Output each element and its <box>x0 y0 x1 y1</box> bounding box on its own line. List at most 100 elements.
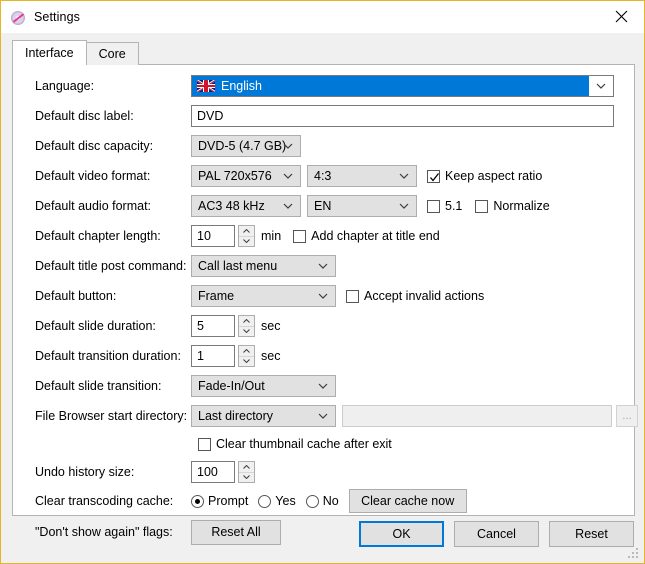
row-video-format: Default video format: PAL 720x576 4:3 Ke… <box>13 165 634 187</box>
aspect-ratio-select[interactable]: 4:3 <box>307 165 417 187</box>
row-disc-label: Default disc label: DVD <box>13 105 634 127</box>
spin-down-icon[interactable] <box>239 357 254 367</box>
chapter-length-spin-buttons[interactable] <box>238 225 255 247</box>
disc-capacity-select[interactable]: DVD-5 (4.7 GB) <box>191 135 301 157</box>
add-chapter-at-title-end-label: Add chapter at title end <box>311 229 440 243</box>
window-title: Settings <box>34 10 80 24</box>
keep-aspect-ratio-label: Keep aspect ratio <box>445 169 543 183</box>
title-post-command-label: Default title post command: <box>35 259 187 273</box>
row-slide-duration: Default slide duration: 5 sec <box>13 315 634 337</box>
radio-box <box>191 494 204 508</box>
title-post-command-select[interactable]: Call last menu <box>191 255 336 277</box>
undo-history-stepper[interactable]: 100 <box>191 461 255 483</box>
start-directory-path-input[interactable] <box>342 405 612 427</box>
chapter-length-label: Default chapter length: <box>35 229 161 243</box>
tab-strip: Interface Core <box>12 40 139 65</box>
chapter-length-input[interactable]: 10 <box>191 225 235 247</box>
chevron-down-icon <box>318 406 328 426</box>
tab-core-label: Core <box>98 47 126 61</box>
chevron-down-icon <box>399 166 409 186</box>
row-undo-history: Undo history size: 100 <box>13 461 634 483</box>
transition-duration-stepper[interactable]: 1 <box>191 345 255 367</box>
close-icon[interactable] <box>598 1 644 32</box>
start-directory-value: Last directory <box>198 409 274 423</box>
reset-all-label: Reset All <box>211 525 261 539</box>
chevron-down-icon <box>399 196 409 216</box>
audio-language-select[interactable]: EN <box>307 195 417 217</box>
clear-transcoding-radio-prompt[interactable]: Prompt <box>191 494 248 508</box>
row-title-post-command: Default title post command: Call last me… <box>13 255 634 277</box>
checkbox-box <box>427 169 440 183</box>
video-format-label: Default video format: <box>35 169 151 183</box>
clear-transcoding-prompt-label: Prompt <box>208 494 249 508</box>
language-select[interactable]: English <box>191 75 614 97</box>
transition-duration-label: Default transition duration: <box>35 349 181 363</box>
slide-duration-spin-buttons[interactable] <box>238 315 255 337</box>
browse-directory-button[interactable]: ... <box>616 405 638 427</box>
spin-down-icon[interactable] <box>239 237 254 247</box>
radio-box <box>305 494 319 508</box>
row-language: Language: English <box>13 75 634 97</box>
disc-label-input[interactable]: DVD <box>191 105 614 127</box>
spin-up-icon[interactable] <box>239 316 254 327</box>
checkbox-box <box>293 229 307 243</box>
interface-tab-panel: Language: English Default disc label: DV… <box>12 64 638 545</box>
disc-capacity-value: DVD-5 (4.7 GB) <box>198 139 287 153</box>
default-button-select[interactable]: Frame <box>191 285 336 307</box>
disc-label-label: Default disc label: <box>35 109 134 123</box>
clear-thumbnail-cache-checkbox[interactable]: Clear thumbnail cache after exit <box>198 437 392 451</box>
resize-grip-icon[interactable] <box>628 548 640 560</box>
slide-transition-select[interactable]: Fade-In/Out <box>191 375 336 397</box>
clear-transcoding-label: Clear transcoding cache: <box>35 494 174 508</box>
row-dont-show-again: "Don't show again" flags: Reset All <box>13 519 634 545</box>
clear-transcoding-yes-label: Yes <box>275 494 296 508</box>
language-value: English <box>221 79 262 93</box>
uk-flag-icon <box>197 80 215 92</box>
start-directory-select[interactable]: Last directory <box>191 405 336 427</box>
reset-all-button[interactable]: Reset All <box>191 519 281 545</box>
settings-window: Settings Interface Core Language: Englis… <box>0 0 645 564</box>
slide-duration-value: 5 <box>197 319 204 333</box>
disc-label-value: DVD <box>197 109 224 123</box>
video-format-select[interactable]: PAL 720x576 <box>191 165 301 187</box>
slide-duration-input[interactable]: 5 <box>191 315 235 337</box>
row-default-button: Default button: Frame Accept invalid act… <box>13 285 634 307</box>
title-bar: Settings <box>1 1 644 33</box>
transition-duration-spin-buttons[interactable] <box>238 345 255 367</box>
chevron-down-icon <box>283 166 293 186</box>
slide-duration-stepper[interactable]: 5 <box>191 315 255 337</box>
default-button-label: Default button: <box>35 289 117 303</box>
spin-down-icon[interactable] <box>239 473 254 483</box>
aspect-ratio-value: 4:3 <box>314 169 332 183</box>
accept-invalid-actions-checkbox[interactable]: Accept invalid actions <box>346 289 484 303</box>
spin-up-icon[interactable] <box>239 346 254 357</box>
surround-51-label: 5.1 <box>445 199 463 213</box>
clear-cache-now-button[interactable]: Clear cache now <box>348 489 467 513</box>
row-audio-format: Default audio format: AC3 48 kHz EN 5.1 … <box>13 195 634 217</box>
undo-history-input[interactable]: 100 <box>191 461 235 483</box>
keep-aspect-ratio-checkbox[interactable]: Keep aspect ratio <box>427 169 542 183</box>
tab-interface[interactable]: Interface <box>12 40 87 65</box>
audio-format-label: Default audio format: <box>35 199 152 213</box>
clear-transcoding-radio-yes[interactable]: Yes <box>258 494 296 508</box>
video-format-value: PAL 720x576 <box>198 169 272 183</box>
normalize-checkbox[interactable]: Normalize <box>475 199 550 213</box>
tab-core[interactable]: Core <box>85 42 139 65</box>
slide-duration-unit: sec <box>261 319 281 333</box>
spin-up-icon[interactable] <box>239 462 254 473</box>
clear-transcoding-radio-no[interactable]: No <box>305 494 339 508</box>
add-chapter-at-title-end-checkbox[interactable]: Add chapter at title end <box>293 229 440 243</box>
chevron-down-icon <box>318 286 328 306</box>
audio-format-select[interactable]: AC3 48 kHz <box>191 195 301 217</box>
title-post-command-value: Call last menu <box>198 259 278 273</box>
clear-transcoding-no-label: No <box>322 494 339 508</box>
surround-51-checkbox[interactable]: 5.1 <box>427 199 462 213</box>
spin-down-icon[interactable] <box>239 327 254 337</box>
chapter-length-value: 10 <box>197 229 211 243</box>
chapter-length-stepper[interactable]: 10 <box>191 225 255 247</box>
browse-directory-label: ... <box>622 410 632 422</box>
spin-up-icon[interactable] <box>239 226 254 237</box>
transition-duration-input[interactable]: 1 <box>191 345 235 367</box>
undo-history-spin-buttons[interactable] <box>238 461 255 483</box>
start-directory-label: File Browser start directory: <box>35 409 188 423</box>
